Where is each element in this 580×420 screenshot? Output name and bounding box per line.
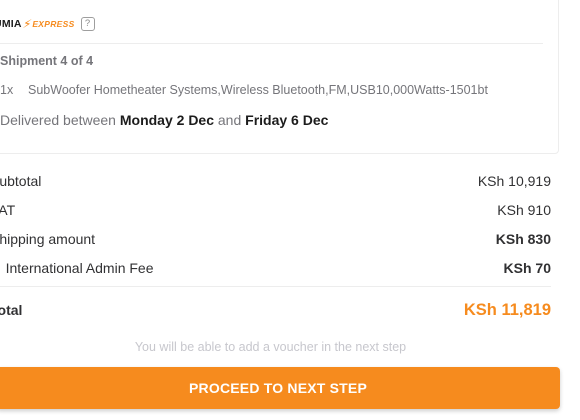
total-row: Total KSh 11,819 — [0, 299, 551, 321]
summary-row-subtotal: Subtotal KSh 10,919 — [0, 171, 551, 191]
summary-row-vat: VAT KSh 910 — [0, 200, 551, 220]
total-divider — [0, 286, 551, 287]
total-value: KSh 11,819 — [463, 300, 551, 319]
summary-value: KSh 830 — [495, 231, 551, 247]
delivery-estimate: Delivered between Monday 2 Dec and Frida… — [0, 112, 328, 128]
summary-label: Subtotal — [0, 173, 42, 189]
card-divider — [0, 43, 543, 44]
logo-express-text: EXPRESS — [32, 19, 75, 29]
voucher-note: You will be able to add a voucher in the… — [134, 340, 407, 354]
summary-label: VAT — [0, 202, 16, 218]
proceed-button[interactable]: PROCEED TO NEXT STEP — [0, 367, 560, 409]
summary-value: KSh 10,919 — [477, 173, 551, 189]
summary-label: ✓ International Admin Fee — [0, 259, 154, 276]
summary-value: KSh 910 — [497, 202, 551, 218]
express-bolt-icon: ⚡ — [21, 17, 33, 31]
summary-value: KSh 70 — [503, 260, 551, 276]
delivery-joiner: and — [217, 112, 242, 128]
shipment-carrier-row: JUMIA ⚡ EXPRESS ? — [0, 14, 95, 34]
summary-row-admin-fee: ✓ International Admin Fee KSh 70 — [0, 258, 551, 278]
help-icon[interactable]: ? — [80, 17, 95, 31]
summary-row-shipping: Shipping amount KSh 830 — [0, 229, 551, 249]
shipment-label: Shipment 4 of 4 — [0, 54, 94, 68]
jumia-express-logo: JUMIA ⚡ EXPRESS — [0, 17, 75, 31]
item-quantity: 1x — [0, 83, 14, 97]
delivery-start-date: Monday 2 Dec — [119, 112, 214, 128]
total-label: Total — [0, 302, 23, 318]
logo-brand-text: JUMIA — [0, 18, 22, 30]
delivery-end-date: Friday 6 Dec — [245, 112, 329, 128]
delivery-prefix: Delivered between — [0, 112, 116, 128]
item-name: SubWoofer Hometheater Systems,Wireless B… — [28, 83, 488, 97]
shipment-item: 1x SubWoofer Hometheater Systems,Wireles… — [0, 83, 488, 97]
summary-label: Shipping amount — [0, 231, 96, 247]
